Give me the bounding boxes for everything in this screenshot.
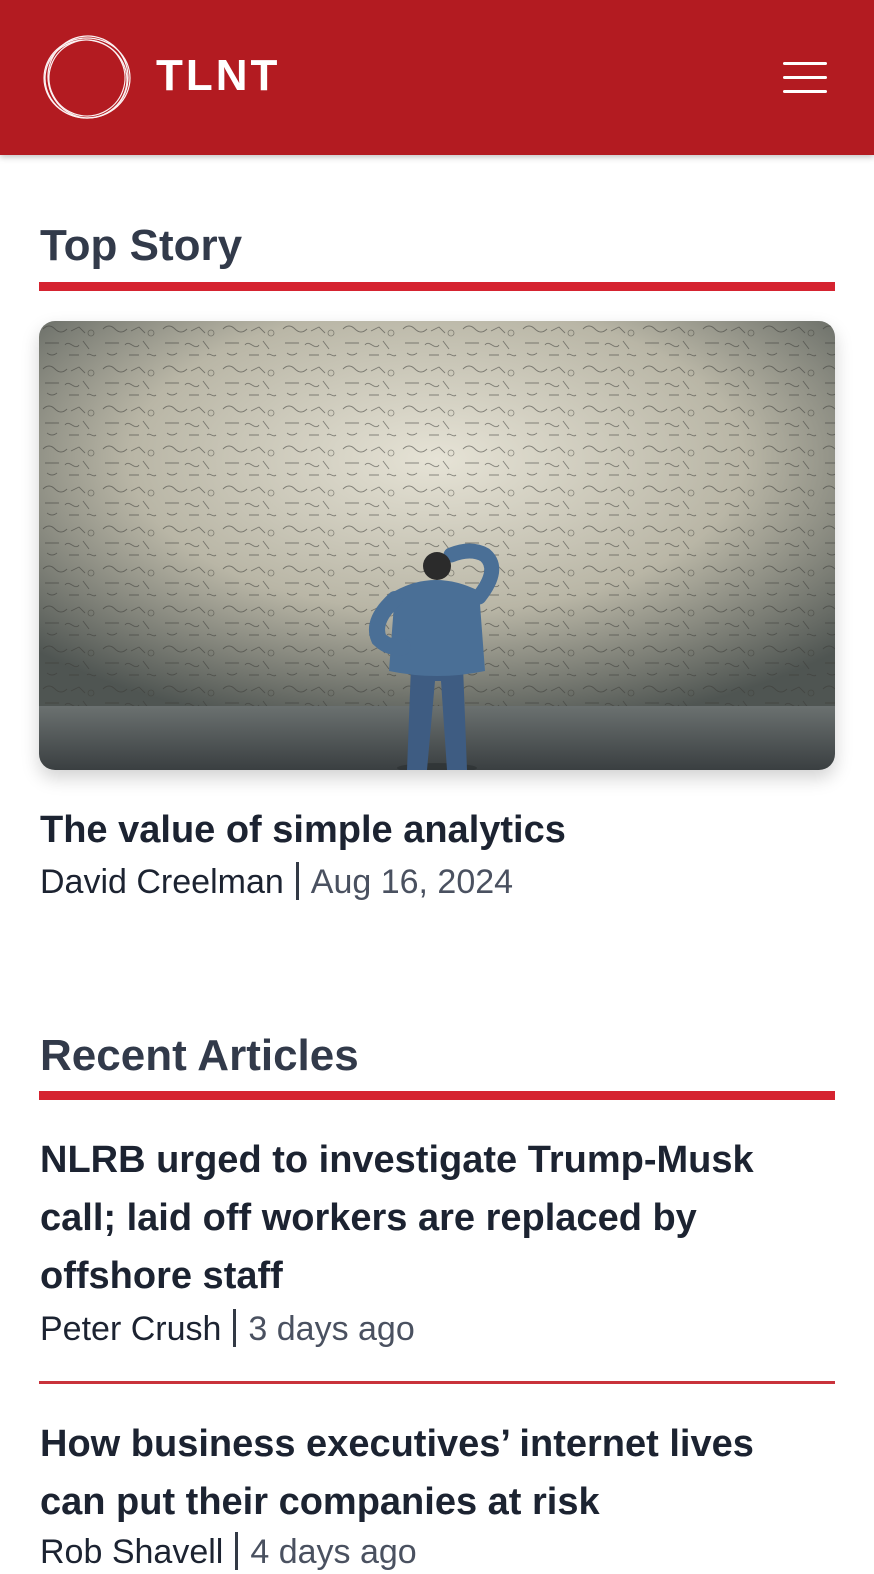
recent-articles-heading: Recent Articles	[40, 1031, 359, 1080]
article-title-line[interactable]: offshore staff	[40, 1247, 283, 1305]
article-title-line[interactable]: call; laid off workers are replaced by	[40, 1189, 697, 1247]
hamburger-menu-icon[interactable]	[780, 58, 830, 98]
recent-articles-divider	[39, 1091, 835, 1100]
article-meta: Rob Shavell 4 days ago	[40, 1530, 417, 1574]
tlnt-logo-icon[interactable]	[41, 35, 133, 121]
top-story-meta: David Creelman Aug 16, 2024	[40, 860, 513, 904]
site-header: TLNT	[0, 0, 874, 155]
article-date: 4 days ago	[250, 1533, 417, 1571]
article-date: 3 days ago	[248, 1310, 415, 1348]
meta-separator	[295, 862, 299, 900]
top-story-date: Aug 16, 2024	[310, 863, 514, 901]
article-author[interactable]: Rob Shavell	[40, 1533, 223, 1571]
brand-name[interactable]: TLNT	[156, 50, 280, 102]
top-story-title[interactable]: The value of simple analytics	[40, 801, 566, 859]
article-title-line[interactable]: NLRB urged to investigate Trump-Musk	[40, 1131, 754, 1189]
top-story-divider	[39, 282, 835, 291]
meta-separator	[233, 1309, 237, 1347]
meta-separator	[235, 1532, 239, 1570]
top-story-image[interactable]	[39, 321, 835, 770]
article-author[interactable]: Peter Crush	[40, 1310, 221, 1348]
article-title-line[interactable]: How business executives’ internet lives	[40, 1415, 754, 1473]
top-story-author[interactable]: David Creelman	[40, 863, 284, 901]
article-title-line[interactable]: can put their companies at risk	[40, 1473, 600, 1531]
article-divider	[39, 1381, 835, 1384]
article-meta: Peter Crush 3 days ago	[40, 1307, 415, 1351]
top-story-heading: Top Story	[40, 221, 243, 270]
